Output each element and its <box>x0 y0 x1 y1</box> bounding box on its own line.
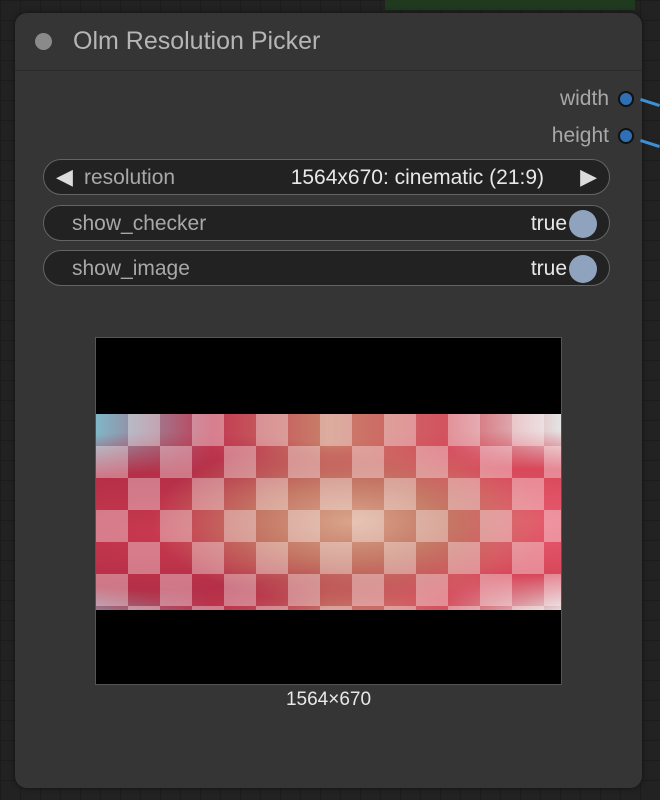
resolution-label: resolution <box>84 166 176 189</box>
resolution-combo[interactable]: ◀ resolution 1564x670: cinematic (21:9) … <box>43 159 610 195</box>
show-image-value: true <box>530 257 567 280</box>
background-node-edge <box>385 0 635 10</box>
show-checker-value: true <box>530 212 567 235</box>
show-image-toggle[interactable]: show_image true <box>43 250 610 286</box>
connection-wire <box>640 97 660 108</box>
output-height[interactable]: height <box>552 124 634 148</box>
connection-wire <box>640 138 660 149</box>
output-height-label: height <box>551 124 609 147</box>
show-checker-toggle[interactable]: show_checker true <box>43 205 610 241</box>
output-width[interactable]: width <box>560 87 634 111</box>
show-image-label: show_image <box>72 257 190 280</box>
node-title: Olm Resolution Picker <box>73 27 321 55</box>
resolution-value: 1564x670: cinematic (21:9) <box>290 166 544 189</box>
checker-overlay <box>96 414 561 610</box>
preview-photo <box>96 414 561 610</box>
output-height-port-icon[interactable] <box>618 128 634 144</box>
output-width-port-icon[interactable] <box>618 91 634 107</box>
resolution-preview <box>95 337 562 685</box>
next-arrow-icon[interactable]: ▶ <box>580 164 597 190</box>
resolution-picker-node[interactable]: Olm Resolution Picker width height ◀ res… <box>15 13 642 788</box>
status-dot-icon[interactable] <box>35 33 52 50</box>
output-width-label: width <box>559 87 609 110</box>
preview-caption: 1564×670 <box>285 689 372 710</box>
prev-arrow-icon[interactable]: ◀ <box>56 164 73 190</box>
toggle-knob-icon[interactable] <box>569 210 597 238</box>
toggle-knob-icon[interactable] <box>569 255 597 283</box>
show-checker-label: show_checker <box>72 212 207 235</box>
node-header[interactable]: Olm Resolution Picker <box>15 13 642 71</box>
